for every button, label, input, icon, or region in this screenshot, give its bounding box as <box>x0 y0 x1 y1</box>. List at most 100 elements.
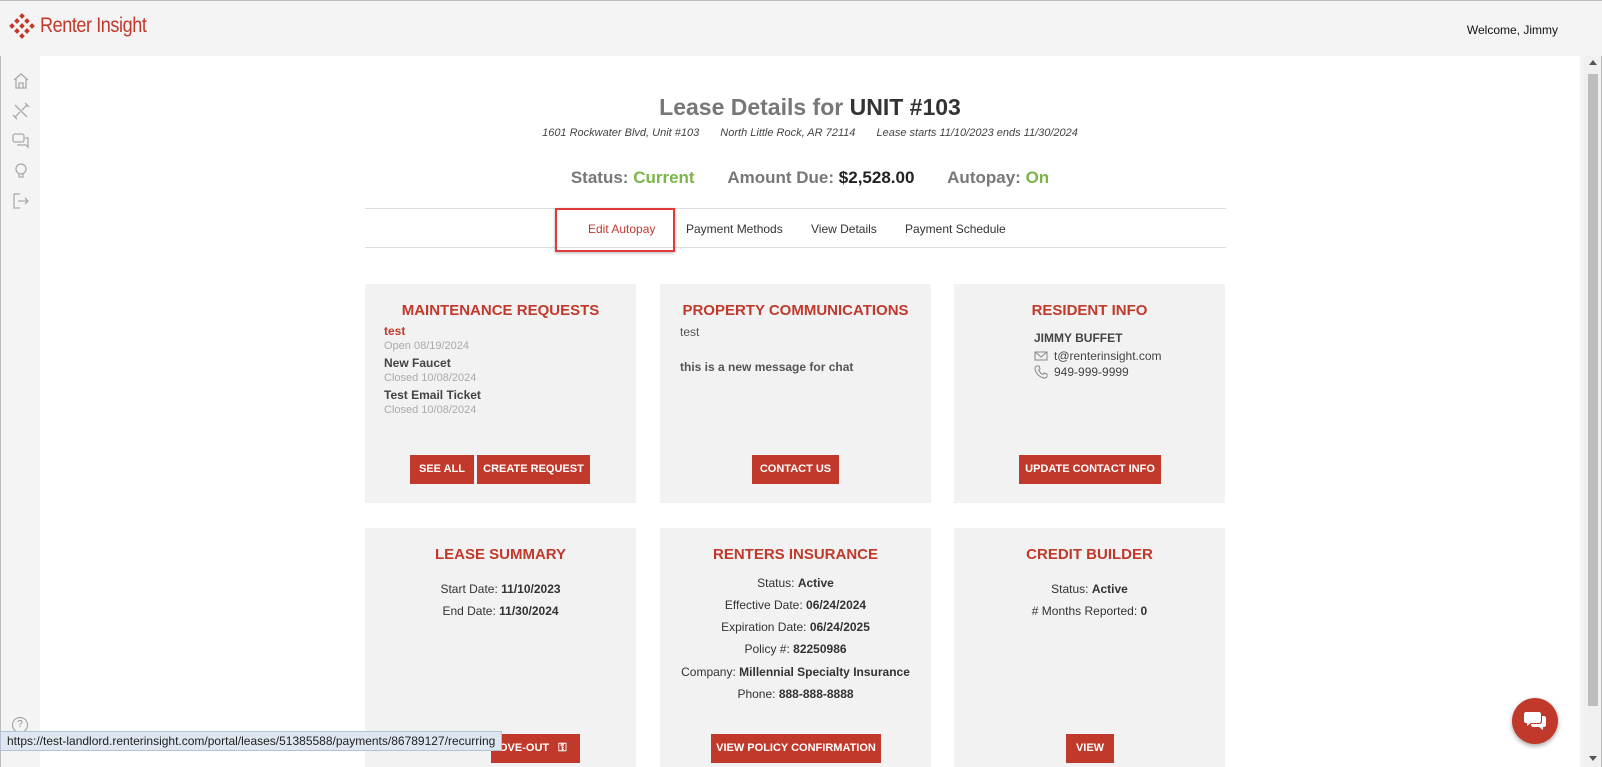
message-line: this is a new message for chat <box>680 360 854 374</box>
unit-number: UNIT #103 <box>849 94 961 120</box>
update-contact-info-button[interactable]: UPDATE CONTACT INFO <box>1019 455 1161 484</box>
logo-icon <box>9 13 35 39</box>
chat-widget-button[interactable] <box>1512 698 1558 744</box>
request-status: Open 08/19/2024 <box>384 340 470 352</box>
insurance-row: Phone: 888-888-8888 <box>660 687 931 701</box>
resident-title: RESIDENT INFO <box>1031 302 1148 319</box>
envelope-icon <box>1034 351 1048 361</box>
title-prefix: Lease Details for <box>659 94 844 120</box>
view-credit-button[interactable]: VIEW <box>1066 734 1114 763</box>
insurance-title: RENTERS INSURANCE <box>712 546 878 563</box>
scroll-thumb[interactable] <box>1588 74 1598 706</box>
welcome-text: Welcome, Jimmy <box>1466 23 1558 37</box>
lease-subinfo: 1601 Rockwater Blvd, Unit #103 North Lit… <box>40 127 1580 139</box>
lease-tabs: Edit Autopay Payment Methods View Detail… <box>365 208 1226 252</box>
credit-builder-card: CREDIT BUILDER Status: Active # Months R… <box>954 528 1225 767</box>
amount-due-label: Amount Due: <box>727 168 835 187</box>
tab-edit-autopay[interactable]: Edit Autopay <box>588 222 655 236</box>
insurance-value: 06/24/2024 <box>806 598 867 612</box>
insurance-value: 06/24/2025 <box>809 620 870 634</box>
resident-email: t@renterinsight.com <box>1054 349 1162 363</box>
start-date-value: 11/10/2023 <box>501 582 561 596</box>
lease-term: Lease starts 11/10/2023 ends 11/30/2024 <box>876 127 1078 139</box>
insurance-card: RENTERS INSURANCE Status: Active Effecti… <box>660 528 931 767</box>
maintenance-title: MAINTENANCE REQUESTS <box>401 302 600 319</box>
tab-payment-schedule[interactable]: Payment Schedule <box>905 222 1006 236</box>
brand-name: Renter Insight <box>40 14 147 37</box>
vertical-scrollbar[interactable] <box>1584 56 1602 767</box>
credit-builder-title: CREDIT BUILDER <box>1026 546 1153 563</box>
key-icon: ⚿ <box>558 742 567 754</box>
list-item[interactable]: test Open 08/19/2024 <box>384 324 481 352</box>
tools-icon[interactable] <box>12 102 30 120</box>
request-status: Closed 10/08/2024 <box>384 404 477 416</box>
logout-icon[interactable] <box>12 192 30 210</box>
insurance-value: Millennial Specialty Insurance <box>739 665 910 679</box>
insurance-value: 82250986 <box>793 642 847 656</box>
insurance-row: Expiration Date: 06/24/2025 <box>660 620 931 634</box>
insurance-row: Status: Active <box>660 576 931 590</box>
list-item[interactable]: Test Email Ticket Closed 10/08/2024 <box>384 388 481 416</box>
chat-icon[interactable] <box>12 132 30 150</box>
scroll-up-arrow-icon[interactable] <box>1589 60 1597 65</box>
lease-address: 1601 Rockwater Blvd, Unit #103 <box>542 127 700 139</box>
home-icon[interactable] <box>12 72 30 90</box>
maintenance-card: MAINTENANCE REQUESTS test Open 08/19/202… <box>365 284 636 503</box>
request-status: Closed 10/08/2024 <box>384 372 477 384</box>
left-nav-rail <box>0 56 40 767</box>
status-line: Status: Current Amount Due: $2,528.00 Au… <box>40 168 1580 188</box>
communications-title: PROPERTY COMMUNICATIONS <box>682 302 909 319</box>
move-out-button[interactable]: OVE-OUT ⚿ <box>491 734 580 763</box>
start-date-row: Start Date: 11/10/2023 <box>365 582 636 596</box>
credit-status-row: Status: Active <box>954 582 1225 596</box>
create-request-button[interactable]: CREATE REQUEST <box>477 455 590 484</box>
credit-status-value: Active <box>1091 582 1128 596</box>
insurance-label: Policy #: <box>744 642 790 656</box>
view-policy-confirmation-button[interactable]: VIEW POLICY CONFIRMATION <box>711 734 881 763</box>
insurance-label: Company: <box>681 665 736 679</box>
end-date-label: End Date: <box>442 604 496 618</box>
insurance-label: Status: <box>757 576 795 590</box>
scroll-down-arrow-icon[interactable] <box>1589 756 1597 761</box>
message-line: test <box>680 325 700 339</box>
insurance-value: 888-888-8888 <box>778 687 854 701</box>
resident-email-row: t@renterinsight.com <box>1034 349 1162 363</box>
list-item[interactable]: New Faucet Closed 10/08/2024 <box>384 356 481 384</box>
lease-summary-title: LEASE SUMMARY <box>434 546 567 563</box>
status-value: Current <box>633 168 695 187</box>
move-out-label: OVE-OUT <box>499 742 550 754</box>
maintenance-list: test Open 08/19/2024 New Faucet Closed 1… <box>384 324 481 420</box>
tab-view-details[interactable]: View Details <box>811 222 877 236</box>
request-name[interactable]: test <box>384 324 481 338</box>
request-name: Test Email Ticket <box>384 388 481 402</box>
phone-icon <box>1034 365 1048 379</box>
insurance-row: Company: Millennial Specialty Insurance <box>660 665 931 679</box>
see-all-button[interactable]: SEE ALL <box>410 455 474 484</box>
start-date-label: Start Date: <box>440 582 498 596</box>
resident-phone: 949-999-9999 <box>1054 365 1129 379</box>
end-date-value: 11/30/2024 <box>499 604 559 618</box>
insurance-label: Phone: <box>737 687 776 701</box>
browser-status-bar: https://test-landlord.renterinsight.com/… <box>0 731 503 751</box>
page-title: Lease Details for UNIT #103 <box>40 94 1580 121</box>
insurance-label: Effective Date: <box>724 598 803 612</box>
top-bar: Renter Insight Welcome, Jimmy <box>0 0 1602 56</box>
insurance-row: Policy #: 82250986 <box>660 642 931 656</box>
lightbulb-icon[interactable] <box>12 162 30 180</box>
tab-payment-methods[interactable]: Payment Methods <box>686 222 783 236</box>
credit-status-label: Status: <box>1051 582 1089 596</box>
insurance-value: Active <box>797 576 834 590</box>
end-date-row: End Date: 11/30/2024 <box>365 604 636 618</box>
chat-bubble-icon <box>1524 712 1546 730</box>
resident-phone-row: 949-999-9999 <box>1034 365 1129 379</box>
autopay-label: Autopay: <box>947 168 1021 187</box>
months-reported-value: 0 <box>1140 604 1148 618</box>
main-content: Lease Details for UNIT #103 1601 Rockwat… <box>40 56 1580 767</box>
resident-card: RESIDENT INFO JIMMY BUFFET t@renterinsig… <box>954 284 1225 503</box>
brand-logo[interactable]: Renter Insight <box>9 13 164 39</box>
autopay-value: On <box>1025 168 1050 187</box>
resident-name: JIMMY BUFFET <box>1034 331 1123 345</box>
insurance-label: Expiration Date: <box>721 620 807 634</box>
months-reported-label: # Months Reported: <box>1031 604 1138 618</box>
contact-us-button[interactable]: CONTACT US <box>752 455 839 484</box>
